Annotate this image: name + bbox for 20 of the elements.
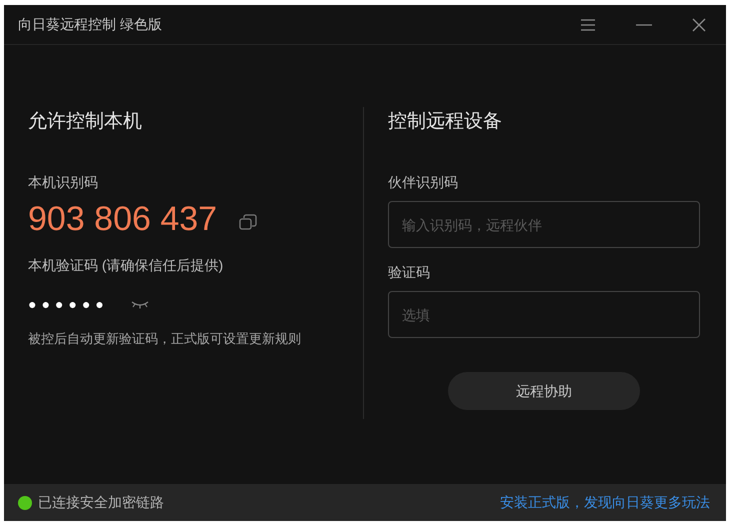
- field-label: 本机验证码 (请确保信任后提供): [28, 256, 224, 275]
- field-label: 验证码: [388, 263, 431, 282]
- field-label: 伙伴识别码: [388, 173, 459, 192]
- note-text: 被控后自动更新验证码，正式版可设置更新规则: [28, 330, 302, 348]
- input-field[interactable]: 选填: [388, 291, 700, 338]
- remote-assist-button[interactable]: 远程协助: [448, 372, 640, 410]
- close-icon[interactable]: [692, 18, 706, 32]
- password-mask: ●●●●●●: [28, 295, 109, 314]
- minimize-icon[interactable]: [636, 24, 652, 26]
- section-heading: 控制远程设备: [388, 110, 503, 134]
- section-heading: 允许控制本机: [28, 110, 143, 134]
- closed-eye-icon[interactable]: [130, 300, 149, 308]
- device-id: 903 806 437: [28, 199, 218, 240]
- input-field[interactable]: 输入识别码，远程伙伴: [388, 201, 700, 248]
- status-text: 已连接安全加密链路: [38, 493, 164, 512]
- window-title: 向日葵远程控制 绿色版: [18, 15, 162, 34]
- field-label: 本机识别码: [28, 173, 99, 192]
- copy-icon[interactable]: [239, 214, 258, 230]
- menu-icon[interactable]: [580, 18, 596, 30]
- upgrade-link[interactable]: 安装正式版，发现向日葵更多玩法: [500, 492, 710, 513]
